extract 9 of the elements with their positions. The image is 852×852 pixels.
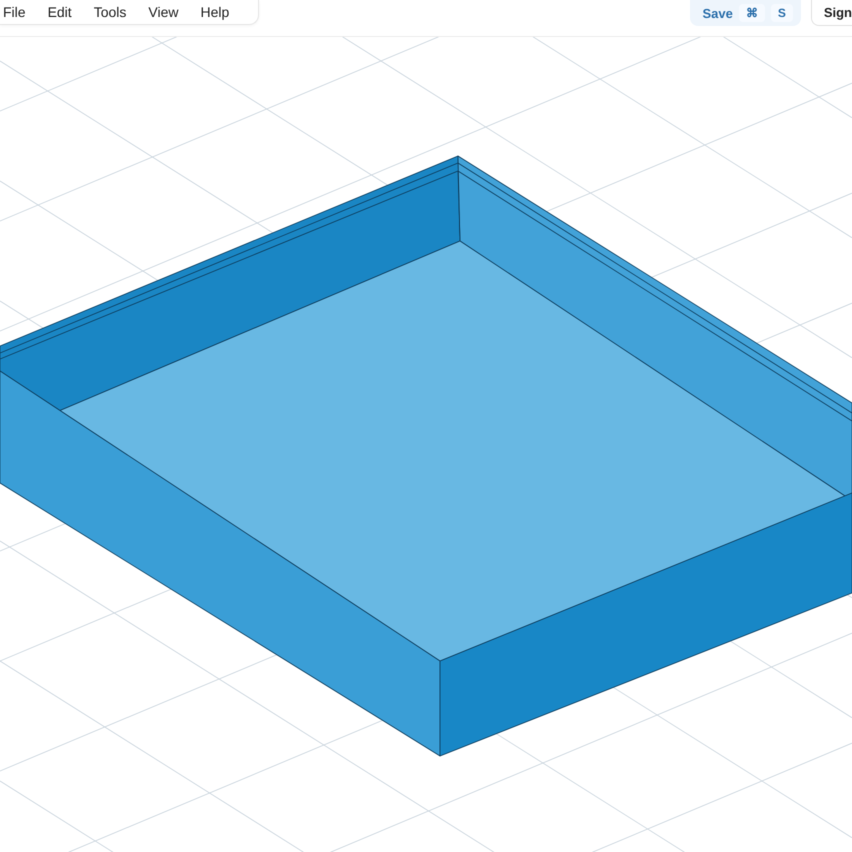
menu-item[interactable]: Tools: [90, 4, 138, 20]
menu-item[interactable]: File: [0, 4, 38, 20]
menu-item[interactable]: Edit: [44, 4, 84, 20]
sign-in-button[interactable]: Sign: [810, 0, 852, 26]
shortcut-key: S: [770, 4, 793, 22]
menu-item[interactable]: Help: [197, 4, 242, 20]
shortcut-key: ⌘: [738, 4, 765, 22]
save-button[interactable]: Save ⌘ S: [690, 0, 801, 26]
menu-item[interactable]: View: [145, 4, 190, 20]
